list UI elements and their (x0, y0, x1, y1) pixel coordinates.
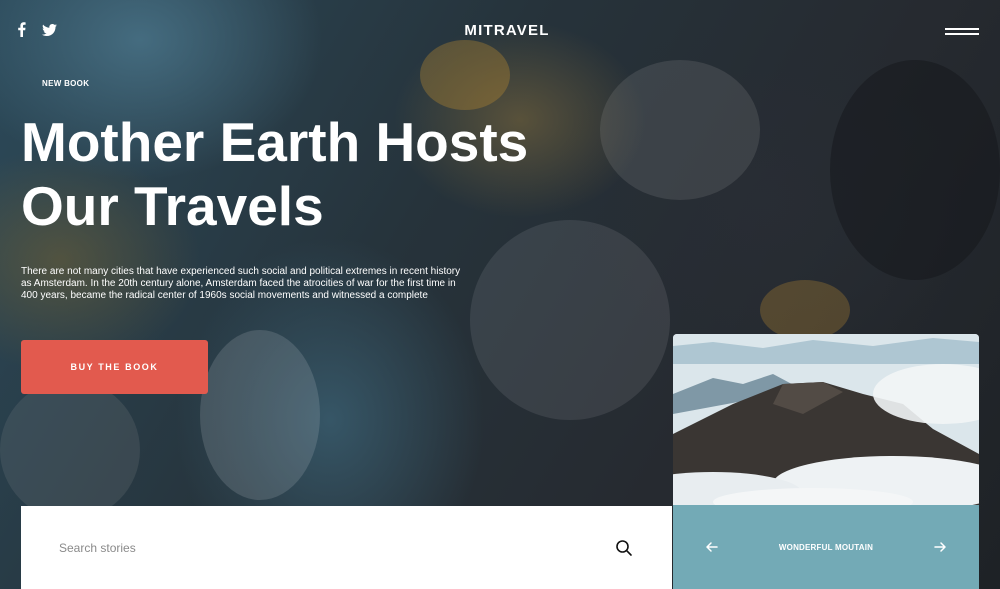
arrow-left-icon[interactable] (705, 540, 719, 554)
search-bar (21, 506, 672, 589)
hero-headline: Mother Earth Hosts Our Travels (21, 110, 581, 238)
hero-description: There are not many cities that have expe… (21, 266, 461, 301)
headline-line-2: Our Travels (21, 175, 324, 237)
search-input[interactable] (59, 540, 579, 555)
new-book-tag: NEW BOOK (42, 79, 90, 88)
arrow-right-icon[interactable] (933, 540, 947, 554)
hamburger-menu-icon[interactable] (945, 26, 979, 38)
brand-logo[interactable]: MITRAVEL (0, 22, 1000, 39)
headline-line-1: Mother Earth Hosts (21, 111, 529, 173)
feature-card[interactable]: WONDERFUL MOUTAIN (673, 334, 979, 589)
mountain-photo (673, 334, 979, 505)
card-title: WONDERFUL MOUTAIN (778, 542, 874, 552)
card-navigation: WONDERFUL MOUTAIN (673, 505, 979, 589)
search-icon[interactable] (615, 539, 633, 557)
buy-the-book-button[interactable]: BUY THE BOOK (21, 340, 208, 394)
